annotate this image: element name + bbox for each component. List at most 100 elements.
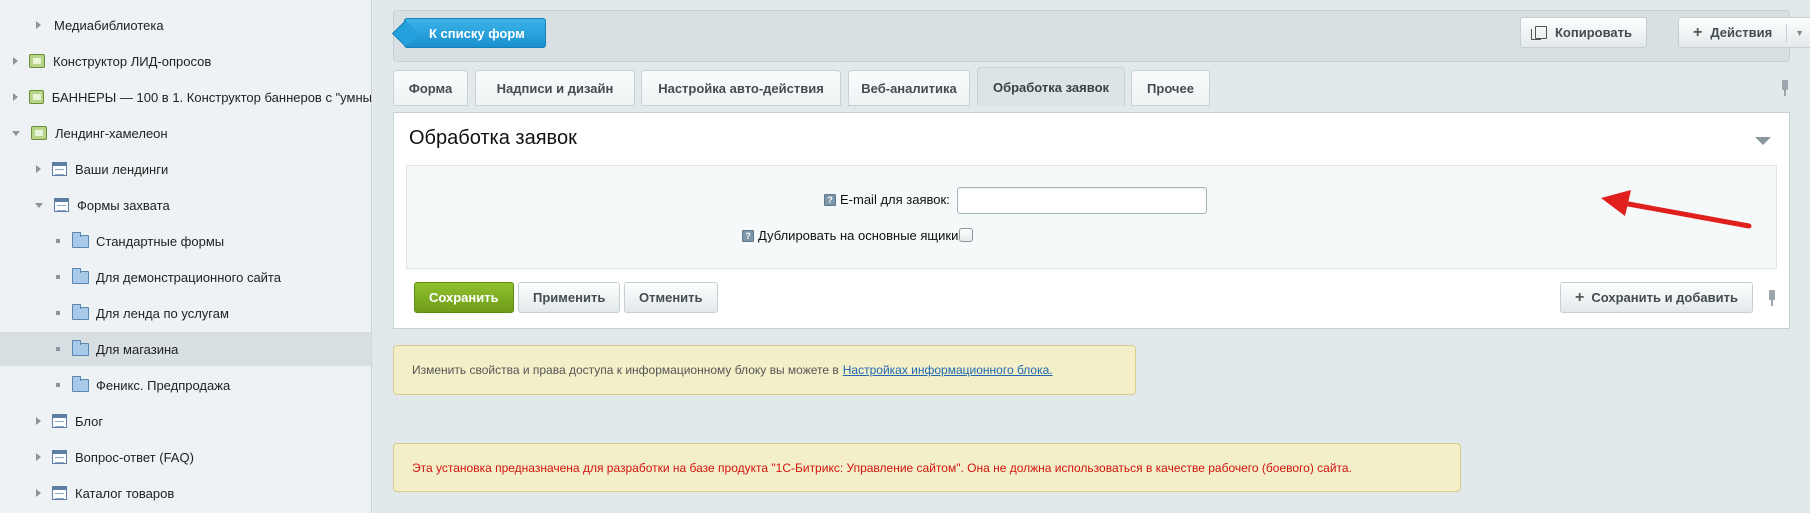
info-note: Изменить свойства и права доступа к инфо…	[393, 345, 1136, 395]
cancel-label: Отменить	[639, 290, 703, 305]
list-icon	[52, 414, 67, 428]
list-icon	[52, 162, 67, 176]
toolbar: К списку форм Копировать + Действия ▼	[393, 10, 1810, 62]
sidebar-item-label: Феникс. Предпродажа	[96, 377, 231, 393]
collapse-arrow-icon[interactable]	[1755, 137, 1771, 145]
help-icon[interactable]: ?	[824, 193, 836, 206]
sidebar-item-capture-forms[interactable]: Формы захвата	[0, 188, 371, 222]
sidebar-item-label: Блог	[75, 413, 104, 429]
sidebar-item-label: Медиабиблиотека	[54, 17, 164, 33]
apply-label: Применить	[533, 290, 606, 305]
list-icon	[52, 486, 67, 500]
folder-icon	[72, 231, 89, 248]
pin-icon[interactable]	[1768, 290, 1776, 306]
sidebar-item-label: Каталог товаров	[75, 485, 175, 501]
sidebar-item-your-landings[interactable]: Ваши лендинги	[0, 152, 371, 186]
bullet-icon	[56, 311, 60, 315]
copy-label: Копировать	[1555, 25, 1633, 40]
warning-note: Эта установка предназначена для разработ…	[393, 443, 1461, 492]
list-icon	[52, 450, 67, 464]
sidebar-item-label: Формы захвата	[77, 197, 170, 213]
sidebar-item-label: Вопрос-ответ (FAQ)	[75, 449, 194, 465]
sidebar-item-demo-site[interactable]: Для демонстрационного сайта	[0, 260, 371, 294]
tab-auto-action[interactable]: Настройка авто-действия	[641, 70, 841, 106]
plus-icon: +	[1575, 288, 1585, 306]
pin-icon[interactable]	[1781, 80, 1789, 96]
sidebar-item-blog[interactable]: Блог	[0, 404, 371, 438]
tab-label: Веб-аналитика	[861, 80, 957, 96]
sidebar-item-faq[interactable]: Вопрос-ответ (FAQ)	[0, 440, 371, 474]
sidebar-item-label: Для магазина	[96, 341, 179, 357]
email-label: E-mail для заявок:	[840, 192, 950, 207]
save-and-add-button[interactable]: + Сохранить и добавить	[1560, 282, 1753, 313]
collapse-arrow-icon[interactable]	[35, 202, 43, 208]
expand-arrow-icon[interactable]	[36, 165, 41, 173]
folder-icon	[72, 303, 89, 320]
sidebar-item-services-landing[interactable]: Для ленда по услугам	[0, 296, 371, 330]
sidebar-item-banners[interactable]: БАННЕРЫ — 100 в 1. Конструктор баннеров …	[0, 80, 372, 114]
expand-arrow-icon[interactable]	[13, 93, 18, 101]
tab-label: Прочее	[1147, 80, 1194, 96]
main-content: К списку форм Копировать + Действия ▼ Фо…	[373, 0, 1810, 513]
sidebar-item-lead-surveys[interactable]: Конструктор ЛИД-опросов	[0, 44, 371, 78]
expand-arrow-icon[interactable]	[36, 21, 41, 29]
expand-arrow-icon[interactable]	[13, 57, 18, 65]
sidebar-item-label: БАННЕРЫ — 100 в 1. Конструктор баннеров …	[51, 89, 372, 105]
sidebar-item-landing-chameleon[interactable]: Лендинг-хамелеон	[0, 116, 371, 150]
save-button[interactable]: Сохранить	[414, 282, 514, 313]
actions-dropdown[interactable]: + Действия ▼	[1678, 17, 1810, 48]
tab-form[interactable]: Форма	[393, 70, 468, 106]
expand-arrow-icon[interactable]	[36, 489, 41, 497]
warning-note-text: Эта установка предназначена для разработ…	[412, 460, 1352, 475]
email-input[interactable]	[957, 187, 1207, 214]
collapse-arrow-icon[interactable]	[12, 130, 20, 136]
back-to-forms-button[interactable]: К списку форм	[404, 18, 546, 48]
tab-request-processing[interactable]: Обработка заявок	[977, 67, 1125, 106]
annotation-arrow-icon	[1601, 190, 1752, 229]
sidebar: Медиабиблиотека Конструктор ЛИД-опросов …	[0, 0, 372, 513]
iblock-settings-link[interactable]: Настройках информационного блока.	[843, 363, 1053, 377]
list-icon	[54, 198, 69, 212]
tab-labels-design[interactable]: Надписи и дизайн	[475, 70, 635, 106]
tab-label: Обработка заявок	[992, 79, 1110, 95]
cancel-button[interactable]: Отменить	[624, 282, 718, 313]
sidebar-item-media-library[interactable]: Медиабиблиотека	[0, 8, 371, 42]
folder-icon	[72, 375, 89, 392]
info-note-text: Изменить свойства и права доступа к инфо…	[412, 363, 839, 377]
sidebar-item-shop[interactable]: Для магазина	[0, 332, 371, 366]
module-icon	[31, 126, 47, 140]
email-row: ? E-mail для заявок:	[824, 192, 950, 207]
chevron-down-icon: ▼	[1795, 27, 1805, 38]
bullet-icon	[56, 275, 60, 279]
request-processing-panel: Обработка заявок ? E-mail для заявок: ? …	[393, 112, 1790, 329]
save-and-add-label: Сохранить и добавить	[1591, 290, 1738, 305]
copy-icon	[1531, 26, 1547, 40]
sidebar-item-label: Для демонстрационного сайта	[96, 269, 281, 285]
save-label: Сохранить	[429, 290, 499, 305]
tab-other[interactable]: Прочее	[1131, 70, 1210, 106]
bullet-icon	[56, 383, 60, 387]
sidebar-item-catalog[interactable]: Каталог товаров	[0, 476, 371, 510]
divider	[1786, 23, 1788, 42]
plus-icon: +	[1693, 23, 1703, 41]
copy-button[interactable]: Копировать	[1520, 17, 1648, 48]
expand-arrow-icon[interactable]	[36, 417, 41, 425]
module-icon	[29, 90, 44, 104]
expand-arrow-icon[interactable]	[36, 453, 41, 461]
sidebar-item-label: Конструктор ЛИД-опросов	[53, 53, 212, 69]
actions-label: Действия	[1710, 25, 1773, 40]
duplicate-row: ? Дублировать на основные ящики:	[742, 228, 962, 243]
bullet-icon	[56, 239, 60, 243]
tab-web-analytics[interactable]: Веб-аналитика	[848, 70, 970, 106]
sidebar-item-standard-forms[interactable]: Стандартные формы	[0, 224, 371, 258]
apply-button[interactable]: Применить	[518, 282, 621, 313]
bullet-icon	[56, 347, 60, 351]
tab-label: Форма	[408, 80, 453, 96]
sidebar-item-label: Ваши лендинги	[75, 161, 169, 177]
sidebar-item-phoenix-presale[interactable]: Феникс. Предпродажа	[0, 368, 371, 402]
duplicate-label: Дублировать на основные ящики:	[758, 228, 962, 243]
folder-icon	[72, 339, 89, 356]
duplicate-checkbox[interactable]	[959, 228, 973, 242]
help-icon[interactable]: ?	[742, 229, 754, 242]
module-icon	[29, 54, 45, 68]
